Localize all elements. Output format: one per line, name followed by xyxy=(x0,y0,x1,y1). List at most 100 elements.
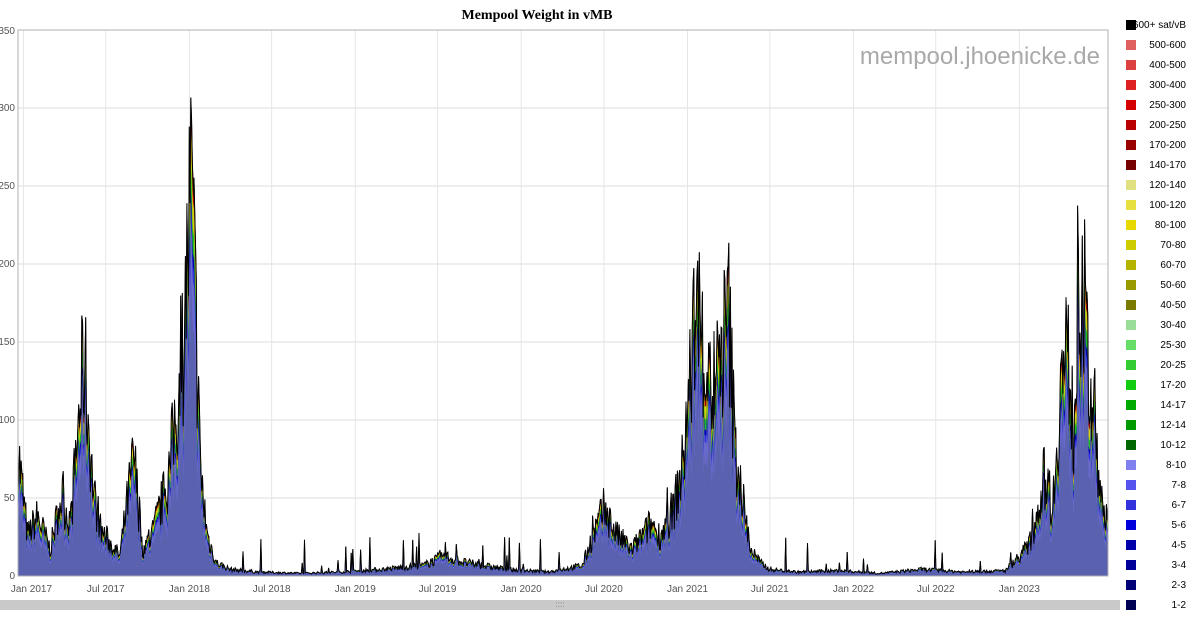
legend-swatch xyxy=(1126,120,1136,130)
x-tick-label: Jul 2021 xyxy=(751,584,789,595)
x-tick-label: Jan 2019 xyxy=(335,584,377,595)
legend-item[interactable]: 20-25 xyxy=(1122,355,1200,375)
legend-item[interactable]: 6-7 xyxy=(1122,495,1200,515)
legend-item[interactable]: 80-100 xyxy=(1122,215,1200,235)
legend-label: 300-400 xyxy=(1149,79,1186,91)
legend-item[interactable]: 4-5 xyxy=(1122,535,1200,555)
legend-label: 80-100 xyxy=(1154,219,1186,231)
legend-item[interactable]: 100-120 xyxy=(1122,195,1200,215)
legend-swatch xyxy=(1126,240,1136,250)
legend-label: 14-17 xyxy=(1160,399,1186,411)
mempool-chart: Mempool Weight in vMB 0 50 100 150 200 250 300… xyxy=(0,8,1109,595)
y-axis-ticks: 0 50 100 150 200 250 300 350 xyxy=(0,26,15,582)
legend-item[interactable]: 300-400 xyxy=(1122,75,1200,95)
legend-item[interactable]: 7-8 xyxy=(1122,475,1200,495)
x-tick-label: Jul 2020 xyxy=(585,584,623,595)
legend-item[interactable]: 2-3 xyxy=(1122,575,1200,595)
legend-swatch xyxy=(1126,100,1136,110)
legend-swatch xyxy=(1126,560,1136,570)
legend-item[interactable]: 60-70 xyxy=(1122,255,1200,275)
legend-label: 1-2 xyxy=(1171,599,1186,611)
legend-label: 3-4 xyxy=(1171,559,1186,571)
y-tick-label: 0 xyxy=(9,571,15,582)
scrollbar-grip-icon[interactable]: :::: xyxy=(552,600,568,610)
legend-swatch xyxy=(1126,140,1136,150)
legend-item[interactable]: 5-6 xyxy=(1122,515,1200,535)
legend-swatch xyxy=(1126,180,1136,190)
legend-item[interactable]: 70-80 xyxy=(1122,235,1200,255)
legend-label: 25-30 xyxy=(1160,339,1186,351)
legend-label: 140-170 xyxy=(1149,159,1186,171)
legend-item[interactable]: 14-17 xyxy=(1122,395,1200,415)
legend-swatch xyxy=(1126,400,1136,410)
y-tick-label: 300 xyxy=(0,103,15,114)
legend-swatch xyxy=(1126,420,1136,430)
legend-item[interactable]: 600+ sat/vB xyxy=(1122,15,1200,35)
legend-label: 600+ sat/vB xyxy=(1132,19,1186,31)
legend-label: 400-500 xyxy=(1149,59,1186,71)
legend-swatch xyxy=(1126,80,1136,90)
legend-label: 17-20 xyxy=(1160,379,1186,391)
legend-label: 50-60 xyxy=(1160,279,1186,291)
legend-item[interactable]: 250-300 xyxy=(1122,95,1200,115)
x-tick-label: Jan 2020 xyxy=(501,584,543,595)
legend-item[interactable]: 3-4 xyxy=(1122,555,1200,575)
legend-label: 8-10 xyxy=(1165,459,1186,471)
legend-label: 40-50 xyxy=(1160,299,1186,311)
x-tick-label: Jul 2018 xyxy=(253,584,291,595)
legend-swatch xyxy=(1126,40,1136,50)
legend-swatch xyxy=(1126,520,1136,530)
legend-item[interactable]: 25-30 xyxy=(1122,335,1200,355)
chart-title: Mempool Weight in vMB xyxy=(461,8,612,23)
legend-swatch xyxy=(1126,300,1136,310)
legend-label: 250-300 xyxy=(1149,99,1186,111)
x-tick-label: Jan 2021 xyxy=(667,584,709,595)
legend-item[interactable]: 17-20 xyxy=(1122,375,1200,395)
stacked-areas xyxy=(17,97,1109,577)
legend-item[interactable]: 1-2 xyxy=(1122,595,1200,615)
legend-item[interactable]: 200-250 xyxy=(1122,115,1200,135)
legend-item[interactable]: 140-170 xyxy=(1122,155,1200,175)
legend-swatch xyxy=(1126,480,1136,490)
legend-swatch xyxy=(1126,60,1136,70)
legend-item[interactable]: 30-40 xyxy=(1122,315,1200,335)
legend-item[interactable]: 400-500 xyxy=(1122,55,1200,75)
legend-label: 20-25 xyxy=(1160,359,1186,371)
x-tick-label: Jan 2017 xyxy=(11,584,53,595)
legend-item[interactable]: 500-600 xyxy=(1122,35,1200,55)
legend-item[interactable]: 12-14 xyxy=(1122,415,1200,435)
legend-item[interactable]: 120-140 xyxy=(1122,175,1200,195)
legend-item[interactable]: 170-200 xyxy=(1122,135,1200,155)
legend-label: 30-40 xyxy=(1160,319,1186,331)
legend-swatch xyxy=(1126,220,1136,230)
legend-swatch xyxy=(1126,460,1136,470)
legend-swatch xyxy=(1126,600,1136,610)
legend-swatch xyxy=(1126,280,1136,290)
legend-label: 200-250 xyxy=(1149,119,1186,131)
legend-item[interactable]: 50-60 xyxy=(1122,275,1200,295)
legend-item[interactable]: 10-12 xyxy=(1122,435,1200,455)
legend-label: 70-80 xyxy=(1160,239,1186,251)
legend-label: 120-140 xyxy=(1149,179,1186,191)
legend-swatch xyxy=(1126,500,1136,510)
legend-label: 60-70 xyxy=(1160,259,1186,271)
timeline-scrollbar[interactable]: :::: xyxy=(0,600,1120,610)
x-axis-ticks: Jan 2017 Jul 2017 Jan 2018 Jul 2018 Jan 2019… xyxy=(11,584,1040,595)
legend-item[interactable]: 40-50 xyxy=(1122,295,1200,315)
legend-swatch xyxy=(1126,580,1136,590)
y-tick-label: 150 xyxy=(0,337,15,348)
x-tick-label: Jan 2018 xyxy=(169,584,211,595)
legend-item[interactable]: 8-10 xyxy=(1122,455,1200,475)
legend-swatch xyxy=(1126,200,1136,210)
watermark: mempool.jhoenicke.de xyxy=(860,43,1100,70)
legend-label: 500-600 xyxy=(1149,39,1186,51)
legend-label: 12-14 xyxy=(1160,419,1186,431)
legend-label: 170-200 xyxy=(1149,139,1186,151)
legend-swatch xyxy=(1126,160,1136,170)
x-tick-label: Jan 2023 xyxy=(999,584,1041,595)
legend-label: 100-120 xyxy=(1149,199,1186,211)
y-tick-label: 250 xyxy=(0,181,15,192)
legend-swatch xyxy=(1126,440,1136,450)
y-tick-label: 100 xyxy=(0,415,15,426)
legend-swatch xyxy=(1126,380,1136,390)
